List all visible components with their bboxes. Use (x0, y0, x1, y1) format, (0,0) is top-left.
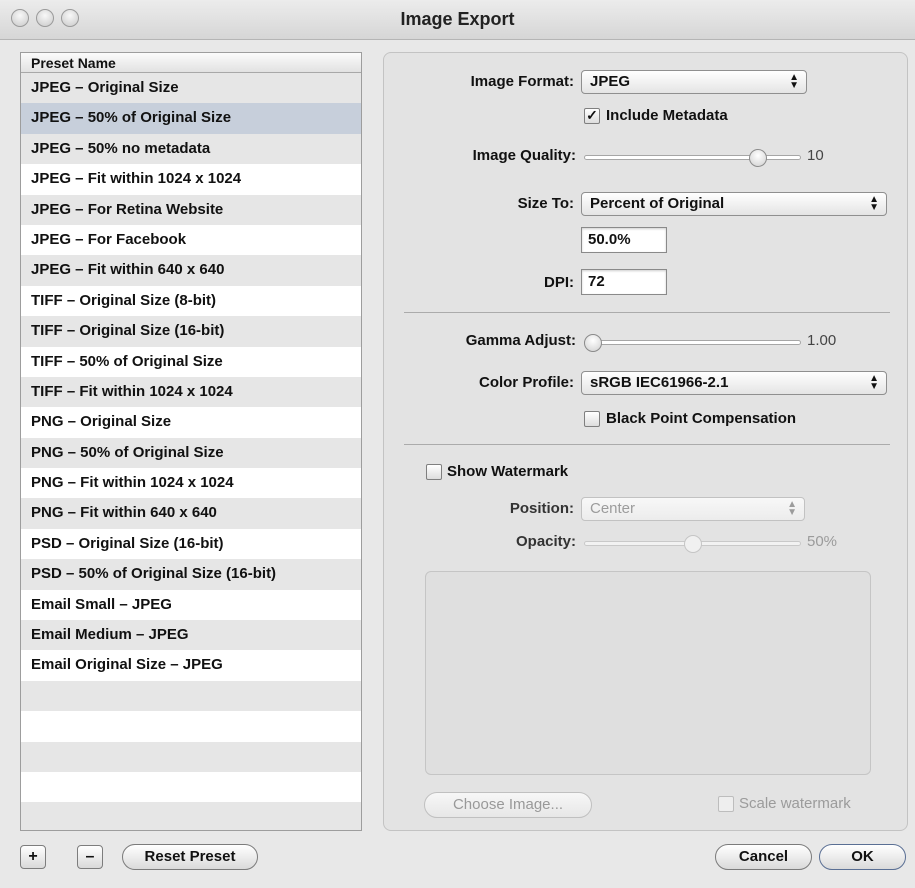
size-percent-field[interactable]: 50.0% (581, 227, 667, 253)
include-metadata-label: Include Metadata (606, 107, 728, 124)
color-profile-label: Color Profile: (478, 374, 574, 391)
preset-list[interactable]: Preset Name JPEG – Original Size JPEG – 5… (20, 52, 362, 831)
size-to-value: Percent of Original (590, 195, 725, 212)
image-quality-value: 10 (807, 147, 824, 164)
preset-list-header[interactable]: Preset Name (21, 53, 361, 73)
size-to-label: Size To: (517, 195, 574, 212)
preset-list-item[interactable]: JPEG – Original Size (21, 73, 361, 104)
remove-preset-button[interactable]: – (77, 845, 103, 869)
gamma-slider-knob[interactable] (584, 334, 602, 352)
empty-list-row (21, 802, 361, 830)
watermark-position-popup[interactable]: Center ▲ ▼ (581, 497, 805, 521)
divider (404, 444, 890, 445)
color-profile-value: sRGB IEC61966-2.1 (590, 374, 729, 391)
image-quality-label: Image Quality: (472, 147, 576, 164)
preset-list-item[interactable]: PNG – Original Size (21, 407, 361, 438)
empty-list-row (21, 680, 361, 712)
preset-rows: JPEG – Original Size JPEG – 50% of Origin… (21, 73, 361, 830)
watermark-opacity-slider-knob[interactable] (683, 535, 702, 553)
show-watermark-label: Show Watermark (447, 463, 569, 480)
scale-watermark-label: Scale watermark (739, 795, 851, 812)
image-format-label: Image Format: (470, 73, 574, 90)
gamma-slider-track[interactable] (584, 340, 801, 345)
preset-list-item[interactable]: JPEG – For Facebook (21, 224, 361, 256)
reset-preset-button[interactable]: Reset Preset (122, 844, 258, 870)
title-bar: Image Export (0, 0, 915, 40)
cancel-button[interactable]: Cancel (715, 844, 812, 870)
watermark-position-label: Position: (509, 500, 574, 517)
preset-list-item[interactable]: PSD – 50% of Original Size (16-bit) (21, 559, 361, 590)
empty-list-row (21, 711, 361, 742)
preset-list-item[interactable]: PNG – 50% of Original Size (21, 437, 361, 469)
preset-list-item[interactable]: JPEG – Fit within 1024 x 1024 (21, 164, 361, 195)
window-title: Image Export (400, 9, 515, 29)
watermark-opacity-value: 50% (807, 533, 838, 550)
preset-list-item[interactable]: TIFF – Fit within 1024 x 1024 (21, 376, 361, 408)
color-profile-popup[interactable]: sRGB IEC61966-2.1 ▲ ▼ (581, 371, 887, 395)
empty-list-row (21, 741, 361, 772)
divider (404, 312, 890, 313)
watermark-opacity-label: Opacity: (515, 533, 576, 550)
popup-arrows-icon: ▲ ▼ (789, 72, 799, 91)
gamma-adjust-label: Gamma Adjust: (465, 332, 576, 349)
popup-arrows-icon: ▲ ▼ (869, 373, 879, 392)
preset-list-item[interactable]: Email Medium – JPEG (21, 620, 361, 651)
dpi-field[interactable]: 72 (581, 269, 667, 295)
empty-list-row (21, 771, 361, 803)
preset-list-item[interactable]: PNG – Fit within 640 x 640 (21, 498, 361, 529)
watermark-image-well[interactable] (425, 571, 871, 775)
popup-arrows-icon: ▲ ▼ (869, 194, 879, 213)
gamma-value: 1.00 (807, 332, 837, 349)
image-format-value: JPEG (590, 73, 631, 90)
watermark-position-value: Center (590, 500, 636, 517)
image-format-popup[interactable]: JPEG ▲ ▼ (581, 70, 807, 94)
add-preset-button[interactable]: + (20, 845, 46, 869)
preset-list-item[interactable]: TIFF – Original Size (8-bit) (21, 285, 361, 317)
preset-list-item[interactable]: PSD – Original Size (16-bit) (21, 528, 361, 560)
popup-arrows-icon: ▲ ▼ (787, 499, 797, 518)
preset-list-item[interactable]: PNG – Fit within 1024 x 1024 (21, 468, 361, 499)
preset-list-item[interactable]: JPEG – Fit within 640 x 640 (21, 255, 361, 286)
show-watermark-checkbox[interactable] (426, 464, 442, 480)
ok-button[interactable]: OK (819, 844, 906, 870)
dpi-label: DPI: (544, 274, 574, 291)
preset-list-item[interactable]: Email Original Size – JPEG (21, 650, 361, 681)
preset-list-item[interactable]: JPEG – 50% no metadata (21, 133, 361, 165)
choose-image-button[interactable]: Choose Image... (424, 792, 592, 818)
size-to-popup[interactable]: Percent of Original ▲ ▼ (581, 192, 887, 216)
scale-watermark-checkbox[interactable] (718, 796, 734, 812)
preset-list-item[interactable]: TIFF – Original Size (16-bit) (21, 316, 361, 347)
black-point-compensation-label: Black Point Compensation (606, 410, 797, 427)
include-metadata-checkbox[interactable]: ✓ (584, 108, 600, 124)
preset-list-item[interactable]: JPEG – For Retina Website (21, 194, 361, 225)
black-point-compensation-checkbox[interactable] (584, 411, 600, 427)
preset-list-item[interactable]: Email Small – JPEG (21, 589, 361, 621)
image-quality-slider-track[interactable] (584, 155, 801, 160)
preset-list-item[interactable]: TIFF – 50% of Original Size (21, 346, 361, 377)
checkmark-icon: ✓ (586, 107, 598, 123)
preset-list-item[interactable]: JPEG – 50% of Original Size (21, 103, 361, 134)
image-export-window: Image Export Preset Name JPEG – Original… (0, 0, 915, 888)
